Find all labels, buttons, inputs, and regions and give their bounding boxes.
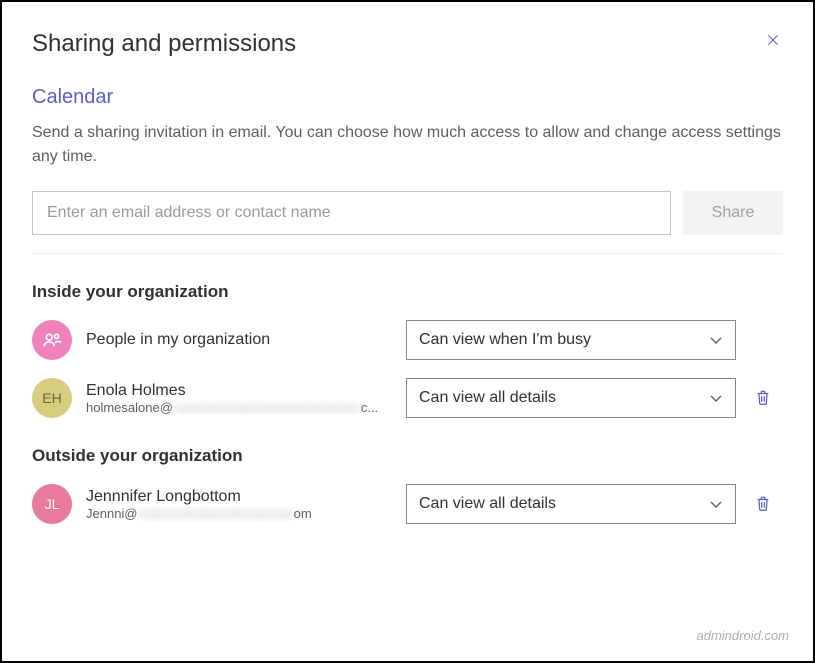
trash-icon [754,389,772,407]
divider [32,253,783,254]
chevron-down-icon [709,333,723,347]
watermark: admindroid.com [697,628,790,643]
person-email: Jennni@redactedredactedredactedrom [86,506,406,521]
person-row-org: People in my organization Can view when … [32,320,783,360]
chevron-down-icon [709,497,723,511]
dialog-description: Send a sharing invitation in email. You … [32,121,783,169]
close-icon [767,32,779,48]
org-avatar [32,320,72,360]
person-name: Jennnifer Longbottom [86,488,406,506]
email-input[interactable] [32,191,671,235]
person-name: Enola Holmes [86,382,406,400]
outside-org-header: Outside your organization [32,446,783,466]
share-button[interactable]: Share [683,191,783,235]
trash-icon [754,495,772,513]
delete-button[interactable] [750,385,776,411]
permission-select-org[interactable]: Can view when I'm busy [406,320,736,360]
avatar: JL [32,484,72,524]
person-row: JL Jennnifer Longbottom Jennni@redactedr… [32,484,783,524]
delete-button[interactable] [750,491,776,517]
permission-value: Can view all details [419,495,556,513]
permission-value: Can view all details [419,389,556,407]
permission-value: Can view when I'm busy [419,331,591,349]
dialog-title: Sharing and permissions [32,30,296,58]
inside-org-header: Inside your organization [32,282,783,302]
avatar-initials: JL [45,496,60,512]
person-email: holmesalone@redactedredactedredactedreda… [86,400,406,415]
chevron-down-icon [709,391,723,405]
permission-select[interactable]: Can view all details [406,484,736,524]
close-button[interactable] [763,30,783,50]
avatar: EH [32,378,72,418]
permission-select[interactable]: Can view all details [406,378,736,418]
person-row: EH Enola Holmes holmesalone@redactedreda… [32,378,783,418]
person-name: People in my organization [86,331,406,349]
calendar-subtitle: Calendar [32,86,783,109]
people-icon [41,329,63,351]
avatar-initials: EH [42,390,61,406]
